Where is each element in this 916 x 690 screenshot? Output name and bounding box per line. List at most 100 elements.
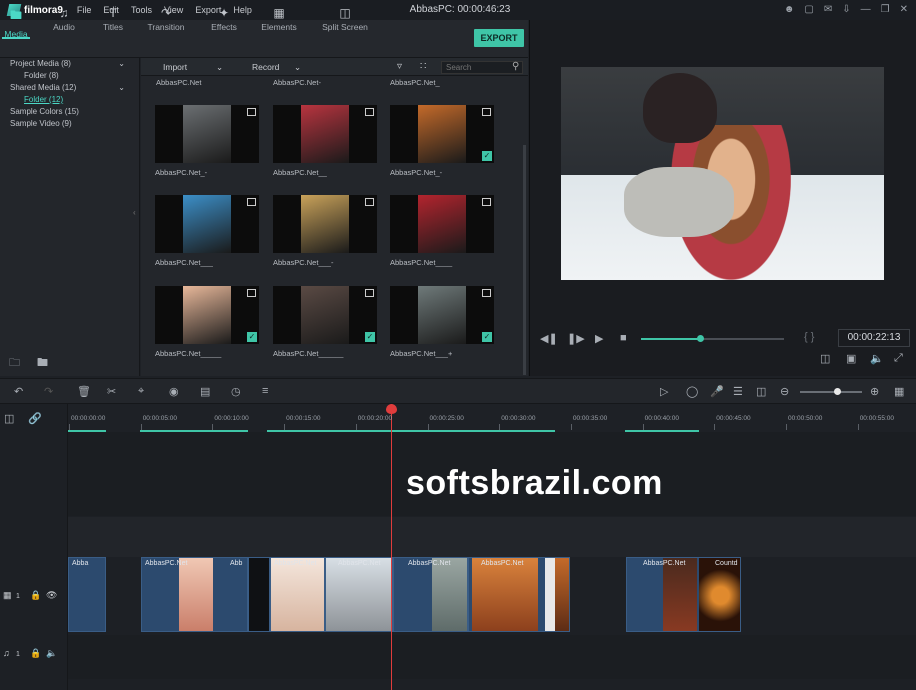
clip-thumbnail [179,558,213,631]
tree-sample-video[interactable]: Sample Video (9) [10,118,139,130]
media-thumbnail[interactable] [390,195,494,253]
media-thumbnail[interactable] [155,105,259,163]
tree-shared-media[interactable]: Shared Media (12) ⌄ [10,82,139,94]
new-folder-icon[interactable]: 🗀 [9,354,20,373]
microphone-icon[interactable]: 🎤 [710,385,724,398]
export-button[interactable]: EXPORT [474,29,524,47]
render-icon[interactable]: ▷ [660,385,668,398]
playhead[interactable] [391,404,392,690]
media-thumbnail[interactable]: ✓ [390,105,494,163]
stop-icon[interactable]: ■ [620,332,627,344]
color-icon[interactable]: ◉ [169,385,179,398]
timeline-clip[interactable]: AbbasPC.Net [270,557,325,632]
ruler-tick-label: 00:00:45:00 [716,415,751,422]
close-icon[interactable]: ✕ [900,4,908,15]
timeline-clip[interactable]: Abba [68,557,106,632]
media-thumbnail[interactable]: ✓ [155,286,259,344]
filter-icon[interactable]: ▿ [397,61,402,72]
tree-sample-colors[interactable]: Sample Colors (15) [10,106,139,118]
media-thumbnail[interactable] [273,105,377,163]
audio-mixer-icon[interactable]: ≡ [262,385,268,397]
minimize-icon[interactable]: — [861,4,871,15]
step-forward-icon[interactable]: ❚▶ [567,332,585,345]
play-icon[interactable]: ▶ [595,332,603,345]
zoom-slider-track[interactable] [800,391,862,393]
zoom-in-icon[interactable]: ⊕ [870,385,879,398]
tab-media[interactable]: 🖿 Media [2,6,30,39]
tree-folder-shared[interactable]: Folder (12) [10,94,139,106]
media-caption: AbbasPC.Net___+ [390,349,453,358]
tree-project-media[interactable]: Project Media (8) ⌄ [10,58,139,70]
image-type-icon [365,289,374,297]
timeline-clip[interactable]: AbbasPC.Net [325,557,393,632]
timeline-clip[interactable]: AbbasPC.Net Countd [626,557,741,632]
speaker-icon[interactable]: 🔈 [46,648,57,659]
download-icon[interactable]: ⇩ [842,4,850,15]
delete-icon[interactable]: 🗑 [77,385,91,398]
clip-label: Countd [715,560,738,567]
voiceover-icon[interactable]: ☰ [733,385,743,398]
fullscreen-icon[interactable]: ⤢ [894,352,903,365]
chevron-down-icon[interactable]: ⌄ [118,58,125,70]
render-bar [140,430,248,432]
timeline-clip[interactable]: AbbasPC.Net [393,557,468,632]
tab-effects[interactable]: ✦ Effects [207,6,241,36]
playback-progress-handle[interactable] [696,335,704,342]
clip-label: AbbasPC.Net [145,560,188,567]
tab-audio[interactable]: ♫ Audio [48,6,80,36]
lock-icon[interactable]: 🔒 [30,590,41,601]
search-input[interactable] [441,61,523,74]
timeline-clip[interactable]: AbbasPC.Net Abb [141,557,248,632]
undo-icon[interactable]: ↶ [14,385,23,398]
playhead-handle[interactable] [386,404,397,414]
ruler-tick-mark [427,424,429,430]
tab-split-screen[interactable]: ◫ Split Screen [320,6,370,36]
add-track-icon[interactable]: ◫ [4,412,14,425]
save-icon[interactable]: ▢ [804,4,813,15]
mail-icon[interactable]: ✉ [824,4,832,15]
image-type-icon [482,289,491,297]
chevron-down-icon[interactable]: ⌄ [294,62,301,73]
fit-timeline-icon[interactable]: ▦ [894,385,904,398]
link-icon[interactable]: 🔗 [28,412,42,425]
volume-icon[interactable]: 🔈 [870,352,884,365]
marker-icon[interactable]: ◯ [686,385,698,398]
tab-titles[interactable]: T Titles [98,6,128,36]
chevron-down-icon[interactable]: ⌄ [118,82,125,94]
media-thumbnail[interactable]: ✓ [273,286,377,344]
collapse-arrow-icon[interactable]: ‹ [133,208,136,217]
chevron-down-icon[interactable]: ⌄ [216,62,223,73]
grid-view-icon[interactable]: ∷ [420,61,426,72]
audio-track-1[interactable] [68,635,916,679]
timeline-clip[interactable] [248,557,270,632]
media-thumbnail[interactable]: ✓ [390,286,494,344]
crop-icon[interactable]: ⌖ [138,385,144,398]
account-icon[interactable]: ☻ [784,4,795,15]
record-dropdown[interactable]: Record [252,62,279,72]
import-dropdown[interactable]: Import [163,62,187,72]
tree-folder-project[interactable]: Folder (8) [10,70,139,82]
zoom-out-icon[interactable]: ⊖ [780,385,789,398]
media-scrollbar[interactable] [523,145,526,375]
cut-icon[interactable]: ✂ [107,385,116,398]
search-icon[interactable]: ⚲ [512,61,519,72]
restore-icon[interactable]: ❐ [881,4,890,15]
folder-icon[interactable]: 🖿 [37,354,48,373]
tab-transition[interactable]: ↷ Transition [144,6,188,36]
redo-icon[interactable]: ↷ [44,385,53,398]
mark-in-out-icon[interactable]: { } [804,331,814,343]
snapshot-icon[interactable]: ▣ [846,352,856,365]
duration-icon[interactable]: ◷ [231,385,241,398]
timeline-clip[interactable]: AbbasPC.Net [468,557,570,632]
snap-icon[interactable]: ◫ [756,385,766,398]
zoom-slider-handle[interactable] [834,388,841,395]
step-back-icon[interactable]: ◀❚ [540,332,558,345]
tab-elements[interactable]: ▦ Elements [258,6,300,36]
media-thumbnail[interactable] [273,195,377,253]
media-thumbnail[interactable] [155,195,259,253]
lock-icon[interactable]: 🔒 [30,648,41,659]
display-icon[interactable]: ◫ [820,352,830,365]
eye-icon[interactable]: 👁 [46,590,57,601]
green-screen-icon[interactable]: ▤ [200,385,210,398]
ruler-tick-mark [69,424,70,430]
